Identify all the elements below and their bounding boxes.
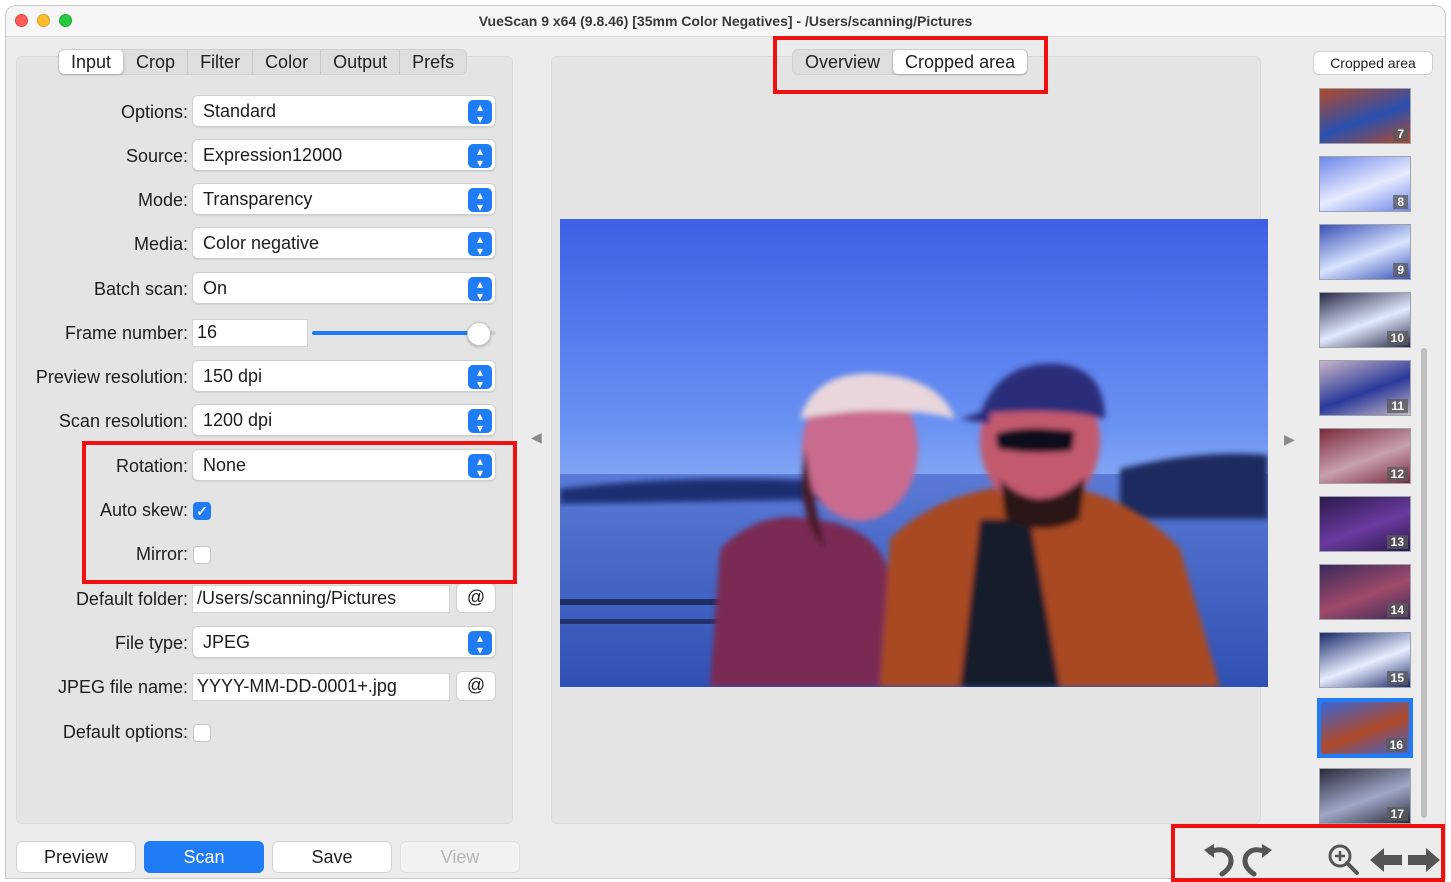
photo-image	[560, 219, 1268, 687]
highlight-rotation-options	[82, 441, 517, 584]
frame-number-field[interactable]: 16	[192, 319, 308, 347]
batch-scan-value: On	[203, 278, 228, 298]
scanned-photo	[560, 219, 1268, 687]
thumbnail-16[interactable]: 16	[1317, 698, 1413, 758]
thumbnail-7[interactable]: 7	[1319, 88, 1411, 144]
options-label: Options:	[120, 102, 188, 122]
jpeg-file-name-label: JPEG file name:	[57, 677, 188, 697]
chevron-updown-icon: ▴ ▾	[468, 232, 492, 257]
default-options-label: Default options:	[62, 722, 188, 742]
thumbnail-number: 14	[1386, 603, 1408, 617]
window-title: VueScan 9 x64 (9.8.46) [35mm Color Negat…	[478, 13, 973, 29]
chevron-updown-icon: ▴ ▾	[468, 631, 492, 656]
highlight-toolbar	[1171, 824, 1445, 882]
tab-crop[interactable]: Crop	[124, 50, 189, 74]
media-label: Media:	[133, 234, 188, 254]
options-value: Standard	[203, 101, 277, 121]
prev-frame-icon[interactable]: ◀	[531, 429, 542, 446]
preview-resolution-select[interactable]: 150 dpi ▴ ▾	[192, 360, 496, 392]
media-select[interactable]: Color negative ▴ ▾	[192, 227, 496, 259]
slider-knob[interactable]	[466, 322, 491, 346]
view-button[interactable]: View	[400, 841, 520, 873]
main-tab-bar: Input Crop Filter Color Output Prefs	[58, 49, 468, 75]
batch-scan-label: Batch scan:	[93, 279, 188, 299]
thumbnail-number: 15	[1386, 671, 1408, 685]
scan-resolution-value: 1200 dpi	[203, 410, 273, 430]
file-type-value: JPEG	[203, 632, 251, 652]
thumbnail-8[interactable]: 8	[1319, 156, 1411, 212]
scan-resolution-label: Scan resolution:	[58, 411, 188, 431]
thumbnail-9[interactable]: 9	[1319, 224, 1411, 280]
tab-color[interactable]: Color	[253, 50, 322, 74]
file-type-select[interactable]: JPEG ▴ ▾	[192, 626, 496, 658]
file-type-label: File type:	[114, 633, 188, 653]
mode-label: Mode:	[137, 190, 188, 210]
slider-fill	[312, 331, 478, 335]
thumbnail-number: 13	[1386, 535, 1408, 549]
default-folder-field[interactable]: /Users/scanning/Pictures	[192, 585, 450, 613]
mode-select[interactable]: Transparency ▴ ▾	[192, 183, 496, 215]
thumbnail-number: 12	[1386, 467, 1408, 481]
tab-filter[interactable]: Filter	[188, 50, 254, 74]
thumbnail-12[interactable]: 12	[1319, 428, 1411, 484]
tab-input[interactable]: Input	[59, 50, 125, 74]
highlight-view-tabs	[773, 36, 1048, 94]
frame-number-slider[interactable]	[312, 322, 496, 346]
default-folder-button[interactable]: @	[456, 583, 496, 613]
jpeg-file-name-field[interactable]: YYYY-MM-DD-0001+.jpg	[192, 673, 450, 701]
thumbnail-number: 11	[1387, 399, 1408, 413]
title-bar: VueScan 9 x64 (9.8.46) [35mm Color Negat…	[6, 6, 1445, 37]
preview-resolution-label: Preview resolution:	[35, 367, 188, 387]
thumbnail-scrollbar[interactable]	[1421, 348, 1427, 818]
thumbnail-13[interactable]: 13	[1319, 496, 1411, 552]
thumbnail-number: 10	[1386, 331, 1408, 345]
chevron-updown-icon: ▴ ▾	[468, 365, 492, 390]
thumbnail-10[interactable]: 10	[1319, 292, 1411, 348]
cropped-area-label-button[interactable]: Cropped area	[1313, 51, 1433, 75]
preview-resolution-value: 150 dpi	[203, 366, 263, 386]
scan-resolution-select[interactable]: 1200 dpi ▴ ▾	[192, 404, 496, 436]
mode-value: Transparency	[203, 189, 313, 209]
thumbnail-14[interactable]: 14	[1319, 564, 1411, 620]
batch-scan-select[interactable]: On ▴ ▾	[192, 272, 496, 304]
frame-number-label: Frame number:	[64, 323, 188, 343]
thumbnail-number: 16	[1385, 738, 1407, 752]
settings-panel	[16, 56, 513, 824]
source-label: Source:	[125, 146, 188, 166]
preview-button[interactable]: Preview	[16, 841, 136, 873]
thumbnail-number: 9	[1393, 263, 1408, 277]
thumbnail-strip: 7 8 9 10 11 12 13 14 15 16 17	[1313, 84, 1423, 824]
source-select[interactable]: Expression12000 ▴ ▾	[192, 139, 496, 171]
chevron-updown-icon: ▴ ▾	[468, 100, 492, 125]
thumbnail-15[interactable]: 15	[1319, 632, 1411, 688]
chevron-updown-icon: ▴ ▾	[468, 144, 492, 169]
next-frame-icon[interactable]: ▶	[1284, 431, 1295, 448]
source-value: Expression12000	[203, 145, 343, 165]
default-options-checkbox[interactable]	[193, 724, 211, 742]
thumbnail-17[interactable]: 17	[1319, 768, 1411, 824]
scan-button[interactable]: Scan	[144, 841, 264, 873]
chevron-updown-icon: ▴ ▾	[468, 277, 492, 302]
chevron-updown-icon: ▴ ▾	[468, 188, 492, 213]
thumbnail-number: 7	[1393, 127, 1408, 141]
media-value: Color negative	[203, 233, 320, 253]
thumbnail-number: 8	[1393, 195, 1408, 209]
thumbnail-number: 17	[1386, 807, 1408, 821]
tab-prefs[interactable]: Prefs	[400, 50, 466, 74]
thumbnail-11[interactable]: 11	[1319, 360, 1411, 416]
default-folder-label: Default folder:	[75, 589, 188, 609]
jpeg-file-name-button[interactable]: @	[456, 671, 496, 701]
options-select[interactable]: Standard ▴ ▾	[192, 95, 496, 127]
save-button[interactable]: Save	[272, 841, 392, 873]
tab-output[interactable]: Output	[321, 50, 401, 74]
chevron-updown-icon: ▴ ▾	[468, 409, 492, 434]
